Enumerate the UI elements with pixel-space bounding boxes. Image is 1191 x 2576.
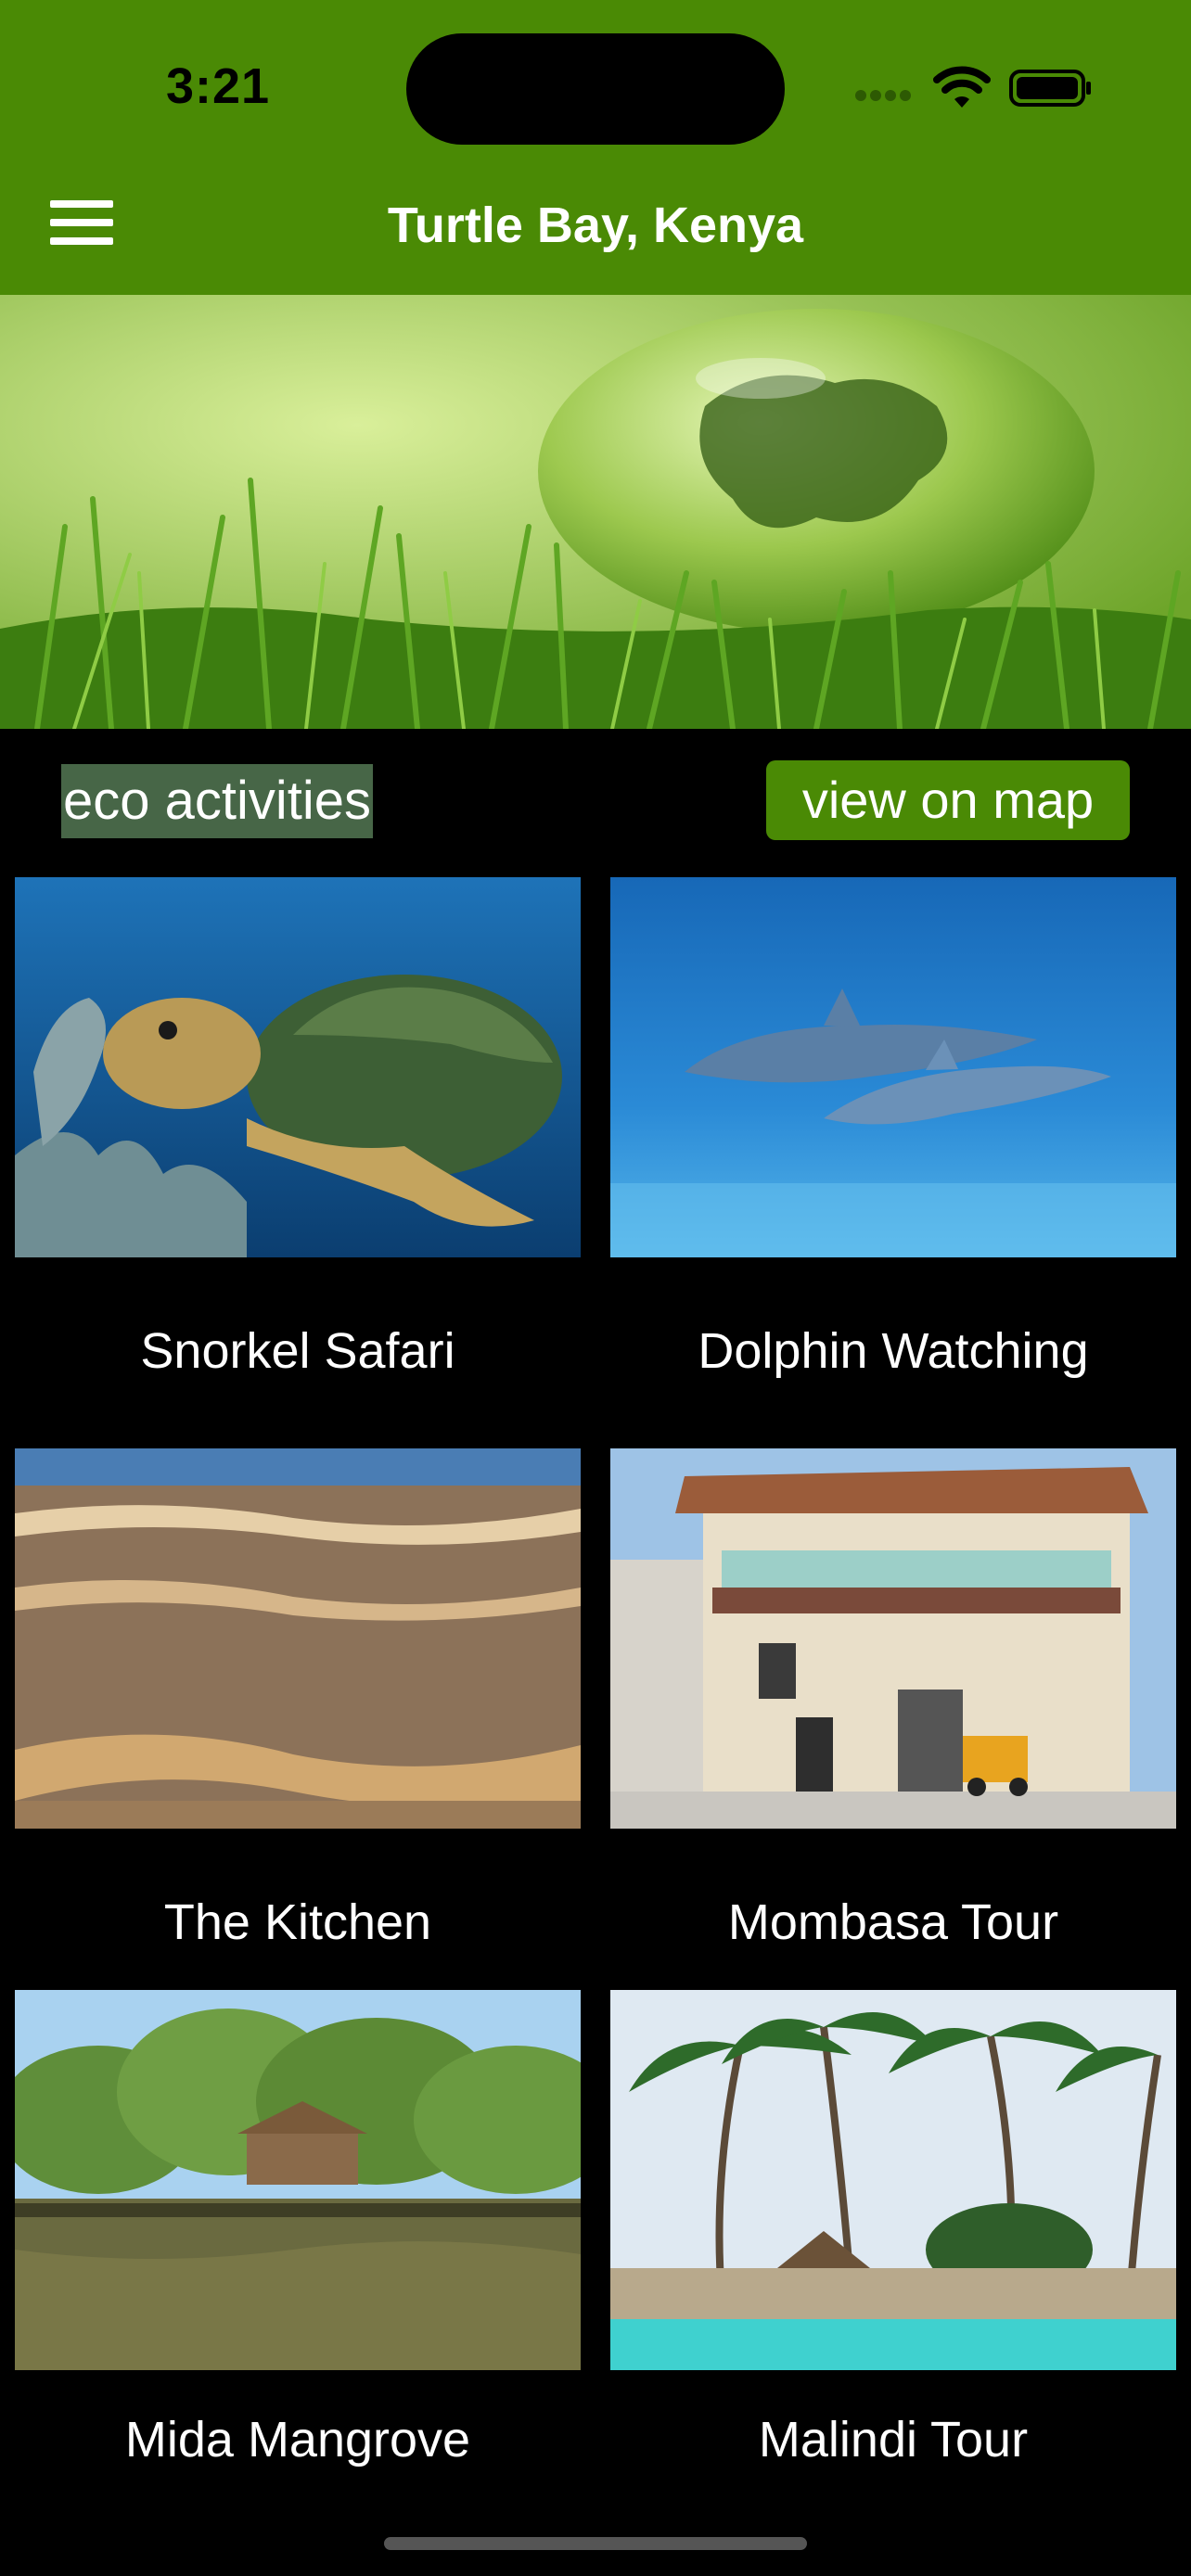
activity-card-dolphin-watching[interactable]: Dolphin Watching [610, 877, 1176, 1379]
activity-card-mida-mangrove[interactable]: Mida Mangrove [15, 1990, 581, 2468]
activity-image [15, 877, 581, 1257]
activity-name: Dolphin Watching [698, 1323, 1089, 1379]
status-time: 3:21 [165, 58, 271, 114]
section-label: eco activities [61, 764, 374, 838]
activity-image [15, 1990, 581, 2370]
battery-icon [1009, 70, 1091, 107]
activity-name: The Kitchen [163, 1894, 432, 1950]
page-title: Turtle Bay, Kenya [387, 198, 804, 253]
activity-name: Malindi Tour [758, 2412, 1029, 2468]
activity-image [15, 1448, 581, 1829]
activity-image [610, 1990, 1176, 2370]
dynamic-island [406, 33, 785, 145]
activity-card-snorkel-safari[interactable]: Snorkel Safari [15, 877, 581, 1379]
wifi-icon [933, 66, 991, 108]
cellular-signal-icon [855, 89, 915, 108]
activity-name: Mida Mangrove [124, 2412, 471, 2468]
activity-name: Snorkel Safari [140, 1323, 455, 1379]
navigation-bar: 3:21 Turtle Bay, Kenya [0, 0, 1191, 295]
hero-banner-image [0, 295, 1191, 729]
activity-card-the-kitchen[interactable]: The Kitchen [15, 1448, 581, 1950]
activity-card-mombasa-tour[interactable]: Mombasa Tour [610, 1448, 1176, 1950]
home-indicator[interactable] [384, 2537, 807, 2550]
activity-image [610, 877, 1176, 1257]
activity-image [610, 1448, 1176, 1829]
activity-card-malindi-tour[interactable]: Malindi Tour [610, 1990, 1176, 2468]
view-on-map-button[interactable]: view on map [766, 760, 1130, 840]
activity-name: Mombasa Tour [727, 1894, 1059, 1950]
section-header: eco activities view on map [0, 729, 1191, 868]
